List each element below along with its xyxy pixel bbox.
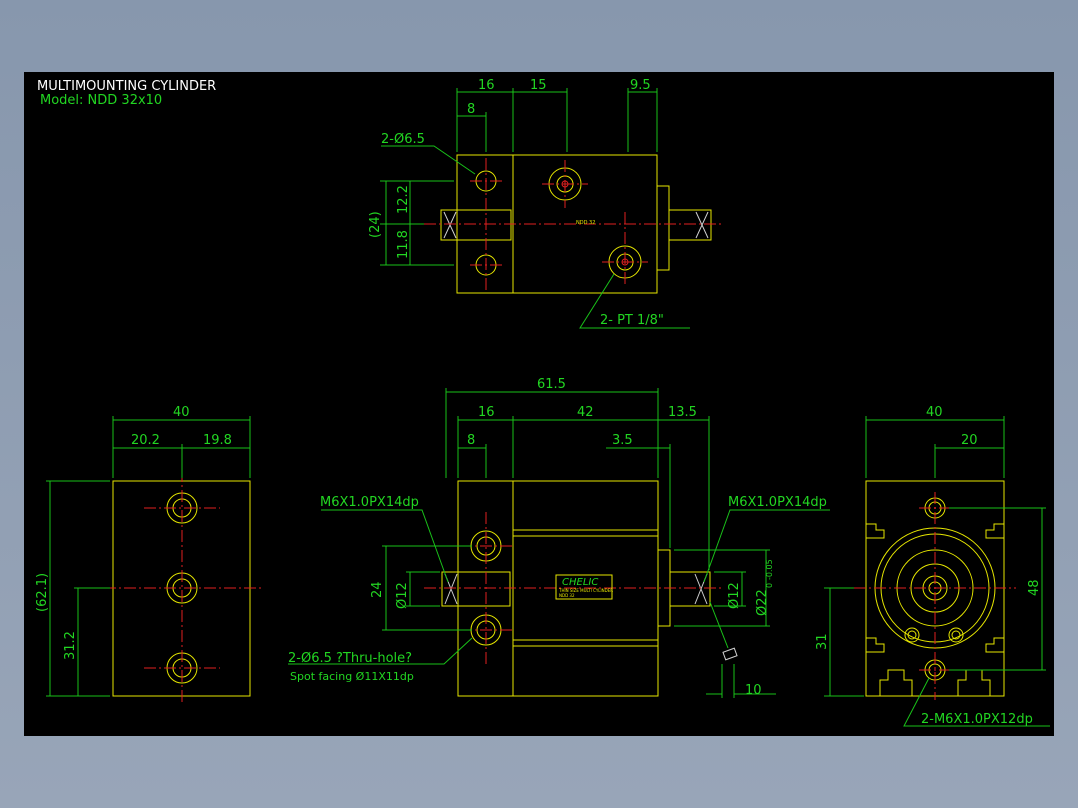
spot-facing-note: Spot facing Ø11X11dp (290, 670, 414, 683)
front-dim-dia-22: Ø22 (755, 589, 770, 616)
front-dim-8: 8 (467, 433, 475, 448)
top-view-right-step (656, 185, 670, 271)
drawing-title: MULTIMOUNTING CYLINDER (37, 79, 216, 94)
front-dim-16: 16 (478, 405, 495, 420)
side-view: 40 20.2 19.8 (62.1) 31.2 (35, 405, 264, 704)
side-dim-20-2: 20.2 (131, 433, 160, 448)
end-dim-20: 20 (961, 433, 978, 448)
front-dim-61-5: 61.5 (537, 377, 566, 392)
front-dim-tol-0: 0 (765, 583, 774, 588)
top-dim-12-2: 12.2 (396, 185, 411, 214)
side-dim-62-1: (62.1) (35, 573, 50, 612)
hole-leader (381, 145, 476, 175)
hole-note: 2-Ø6.5 ?Thru-hole? (288, 651, 412, 666)
viewer-background: MULTIMOUNTING CYLINDER Model: NDD 32x10 (0, 0, 1078, 808)
top-dim-8: 8 (467, 102, 475, 117)
top-dim-9-5: 9.5 (630, 78, 651, 93)
front-dim-13-5: 13.5 (668, 405, 697, 420)
top-marking: NDD 32 (576, 220, 595, 226)
end-dim-40: 40 (926, 405, 943, 420)
end-thread-label: 2-M6X1.0PX12dp (921, 712, 1033, 727)
brand-logo: CHELIC (562, 577, 598, 588)
side-dim-19-8: 19.8 (203, 433, 232, 448)
front-dim-24: 24 (370, 581, 385, 598)
end-dim-31: 31 (815, 633, 830, 650)
top-hole-label: 2-Ø6.5 (381, 132, 425, 147)
front-dim-dia-12-left: Ø12 (395, 582, 410, 609)
top-view-right-rod (668, 209, 712, 241)
front-view-left-rod (441, 571, 511, 607)
port-label: 2- PT 1/8" (600, 313, 664, 328)
model-label: Model: NDD 32x10 (40, 93, 162, 108)
front-view: CHELIC THIN SIZE MULTI CYLINDER NDD 32 6… (288, 377, 830, 698)
end-small-hole-left (904, 627, 920, 643)
top-dim-24: (24) (368, 211, 383, 238)
end-dim-48: 48 (1027, 579, 1042, 596)
cad-drawing-canvas: MULTIMOUNTING CYLINDER Model: NDD 32x10 (24, 72, 1054, 736)
thread-left-label: M6X1.0PX14dp (320, 495, 419, 510)
top-view: NDD 32 16 15 9.5 8 12.2 11.8 (24) 2-Ø6.5… (368, 78, 724, 329)
front-dim-dia-12-right: Ø12 (727, 582, 742, 609)
thread-right-label: M6X1.0PX14dp (728, 495, 827, 510)
cad-drawing: MULTIMOUNTING CYLINDER Model: NDD 32x10 (35, 78, 1050, 727)
side-dim-40: 40 (173, 405, 190, 420)
top-dim-15: 15 (530, 78, 547, 93)
front-dim-10: 10 (745, 683, 762, 698)
front-dim-42: 42 (577, 405, 594, 420)
top-dim-11-8: 11.8 (396, 230, 411, 259)
end-view: 40 20 48 31 2-M6X1.0PX12dp (815, 405, 1050, 727)
front-dim-3-5: 3.5 (612, 433, 633, 448)
top-view-left-rod (440, 209, 512, 241)
side-dim-31-2: 31.2 (63, 631, 78, 660)
front-view-right-rod (669, 571, 711, 607)
front-dim-tol: -0.05 (765, 559, 774, 580)
top-dim-16: 16 (478, 78, 495, 93)
nameplate-line2: NDD 32 (559, 593, 575, 598)
